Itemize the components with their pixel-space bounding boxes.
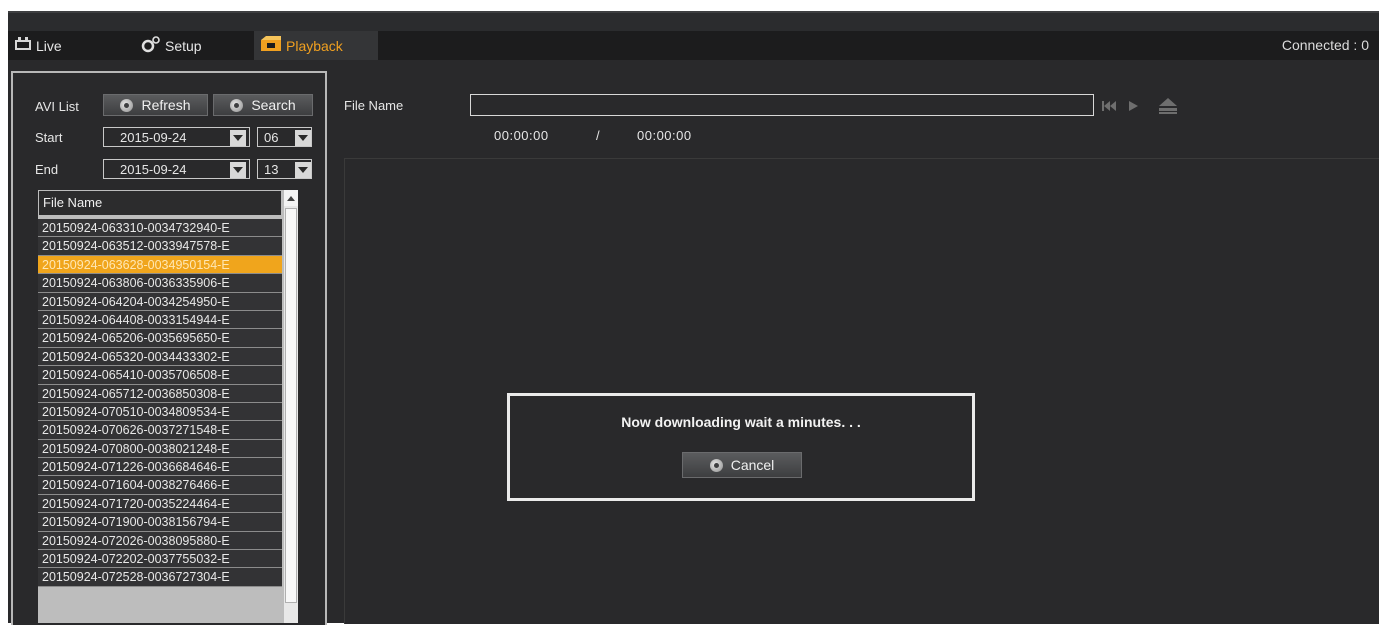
file-list-row[interactable]: 20150924-071226-0036684646-E (38, 458, 282, 477)
file-list-row[interactable]: 20150924-065206-0035695650-E (38, 329, 282, 348)
file-list-header[interactable]: File Name (38, 190, 282, 216)
file-list-row[interactable]: 20150924-063512-0033947578-E (38, 237, 282, 256)
end-date-dropdown-icon[interactable] (230, 162, 246, 178)
skip-back-icon[interactable] (1100, 97, 1118, 115)
end-date-value: 2015-09-24 (120, 161, 187, 177)
file-name-label: File Name (344, 98, 404, 113)
file-list-row[interactable]: 20150924-070510-0034809534-E (38, 402, 282, 422)
download-message: Now downloading wait a minutes. . . (621, 414, 861, 430)
file-list-row[interactable]: 20150924-072202-0037755032-E (38, 550, 282, 569)
monitor-icon (14, 37, 32, 54)
end-hour-value: 13 (264, 161, 279, 177)
end-label: End (35, 162, 59, 177)
tab-live-label: Live (36, 37, 62, 54)
file-list-row[interactable]: 20150924-065410-0035706508-E (38, 366, 282, 385)
cancel-button[interactable]: Cancel (682, 452, 802, 478)
tab-live[interactable]: Live (14, 31, 62, 60)
file-list-row[interactable]: 20150924-071604-0038276466-E (38, 476, 282, 495)
file-list-row[interactable]: 20150924-065320-0034433302-E (38, 347, 282, 367)
tab-playback[interactable]: Playback (254, 31, 378, 60)
search-button-label: Search (251, 97, 296, 113)
window-top-bar (8, 11, 1379, 31)
search-icon (230, 98, 244, 112)
tab-setup-label: Setup (165, 37, 202, 54)
file-list-scrollbar[interactable] (284, 190, 298, 623)
file-list-row[interactable]: 20150924-063806-0036335906-E (38, 274, 282, 293)
file-rows: 20150924-063310-0034732940-E 20150924-063… (38, 219, 282, 587)
tab-playback-label: Playback (286, 37, 343, 54)
refresh-icon (120, 98, 134, 112)
time-separator: / (596, 128, 600, 143)
start-date-dropdown-icon[interactable] (230, 130, 246, 146)
start-date-select[interactable]: 2015-09-24 (103, 127, 250, 147)
tab-bar: Live Setup Playback Connected : 0 (8, 31, 1379, 61)
end-hour-dropdown-icon[interactable] (295, 162, 311, 178)
file-list-row[interactable]: 20150924-065712-0036850308-E (38, 384, 282, 403)
scroll-thumb[interactable] (285, 208, 297, 603)
cancel-icon (709, 458, 723, 472)
download-dialog: Now downloading wait a minutes. . . Canc… (507, 393, 975, 501)
file-name-field[interactable] (470, 94, 1094, 116)
file-list: File Name 20150924-063310-0034732940-E 20… (38, 190, 298, 623)
tab-setup[interactable]: Setup (141, 31, 202, 60)
current-time: 00:00:00 (494, 128, 549, 143)
gear-icon (141, 35, 161, 56)
file-list-row[interactable]: 20150924-070626-0037271548-E (38, 421, 282, 440)
file-list-row[interactable]: 20150924-071900-0038156794-E (38, 513, 282, 532)
file-list-row[interactable]: 20150924-063310-0034732940-E (38, 219, 282, 238)
video-display-area (344, 158, 1379, 624)
avi-list-label: AVI List (35, 99, 79, 114)
file-list-row[interactable]: 20150924-072026-0038095880-E (38, 531, 282, 551)
connection-status: Connected : 0 (1281, 37, 1369, 53)
scroll-up-icon[interactable] (284, 190, 298, 206)
refresh-button[interactable]: Refresh (103, 94, 208, 116)
file-list-row[interactable]: 20150924-071720-0035224464-E (38, 494, 282, 514)
total-time: 00:00:00 (637, 128, 692, 143)
cancel-button-label: Cancel (730, 457, 775, 473)
end-date-select[interactable]: 2015-09-24 (103, 159, 250, 179)
search-button[interactable]: Search (213, 94, 313, 116)
start-label: Start (35, 130, 63, 145)
start-hour-value: 06 (264, 129, 279, 145)
file-list-row[interactable]: 20150924-072528-0036727304-E (38, 568, 282, 587)
file-list-row[interactable]: 20150924-063628-0034950154-E (38, 255, 282, 275)
file-list-row[interactable]: 20150924-070800-0038021248-E (38, 439, 282, 459)
refresh-button-label: Refresh (141, 97, 191, 113)
file-list-row[interactable]: 20150924-064204-0034254950-E (38, 292, 282, 311)
start-hour-dropdown-icon[interactable] (295, 130, 311, 146)
start-date-value: 2015-09-24 (120, 129, 187, 145)
file-list-row[interactable]: 20150924-064408-0033154944-E (38, 310, 282, 330)
play-icon[interactable] (1124, 97, 1142, 115)
playback-icon (260, 36, 282, 55)
eject-icon[interactable] (1148, 97, 1188, 115)
